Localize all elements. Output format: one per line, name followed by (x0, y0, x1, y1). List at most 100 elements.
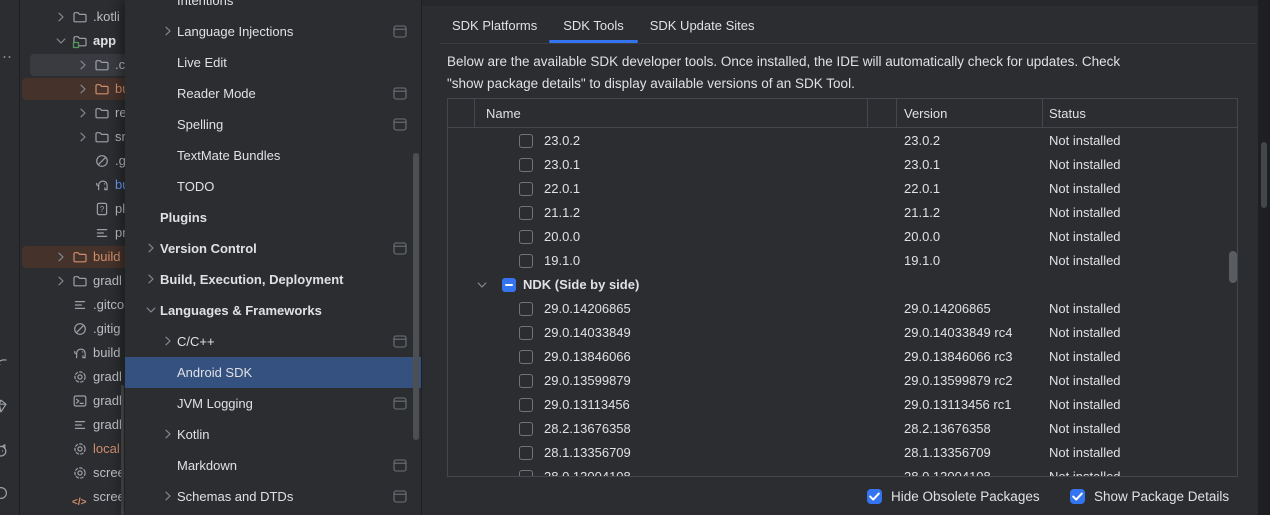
chevron-down-icon[interactable] (474, 277, 490, 293)
checkbox-unchecked-icon[interactable] (519, 230, 533, 244)
sidebar-item-plugins[interactable]: Plugins (125, 202, 421, 233)
checkbox-indeterminate-icon[interactable] (502, 278, 516, 292)
tree-item[interactable]: rel (20, 101, 125, 125)
table-row[interactable]: 29.0.14206865 29.0.14206865 Not installed (448, 297, 1237, 321)
checkbox-unchecked-icon[interactable] (519, 302, 533, 316)
checkbox-unchecked-icon[interactable] (519, 398, 533, 412)
cat-icon[interactable] (0, 442, 11, 460)
chevron-right-icon[interactable] (143, 240, 159, 256)
tree-item[interactable]: local. (20, 437, 125, 461)
tree-item[interactable]: gradl (20, 365, 125, 389)
sidebar-item-spelling[interactable]: Spelling (125, 109, 421, 140)
sidebar-item-todo[interactable]: TODO (125, 171, 421, 202)
table-row[interactable]: 28.2.13676358 28.2.13676358 Not installed (448, 417, 1237, 441)
tab-sdk-update-sites[interactable]: SDK Update Sites (650, 11, 755, 43)
table-row[interactable]: 20.0.0 20.0.0 Not installed (448, 225, 1237, 249)
chevron-right-icon[interactable] (160, 23, 176, 39)
chevron-down-icon[interactable] (143, 302, 159, 318)
tree-item[interactable]: gradl (20, 413, 125, 437)
tree-item[interactable]: app (20, 29, 125, 53)
sidebar-scrollbar[interactable] (413, 153, 419, 440)
chevron-right-icon[interactable] (160, 488, 176, 504)
checkbox-unchecked-icon[interactable] (519, 350, 533, 364)
tab-sdk-platforms[interactable]: SDK Platforms (452, 11, 537, 43)
tree-item[interactable]: ? pla (20, 197, 125, 221)
tree-item[interactable]: build (20, 341, 125, 365)
table-row[interactable]: 29.0.13846066 29.0.13846066 rc3 Not instal… (448, 345, 1237, 369)
sidebar-item-markdown[interactable]: Markdown (125, 450, 421, 481)
chevron-right-icon[interactable] (53, 249, 69, 265)
table-row[interactable]: 29.0.13599879 29.0.13599879 rc2 Not instal… (448, 369, 1237, 393)
circle-icon[interactable] (0, 485, 11, 503)
checkbox-unchecked-icon[interactable] (519, 374, 533, 388)
tree-item[interactable]: pr (20, 221, 125, 245)
chevron-right-icon[interactable] (75, 57, 91, 73)
tree-item[interactable]: bu (20, 77, 125, 101)
show-package-details-checkbox[interactable]: Show Package Details (1070, 489, 1229, 505)
sidebar-item-live-edit[interactable]: Live Edit (125, 47, 421, 78)
checkbox-unchecked-icon[interactable] (519, 254, 533, 268)
undo-arrow-icon[interactable] (0, 356, 11, 374)
table-row[interactable]: NDK (Side by side) (448, 273, 1237, 297)
tree-item[interactable]: gradl (20, 389, 125, 413)
sidebar-item-android-sdk[interactable]: Android SDK (125, 357, 421, 388)
checkbox-unchecked-icon[interactable] (519, 182, 533, 196)
sidebar-item-textmate-bundles[interactable]: TextMate Bundles (125, 140, 421, 171)
tree-item[interactable]: .cx (20, 53, 125, 77)
chevron-right-icon[interactable] (143, 271, 159, 287)
checkbox-unchecked-icon[interactable] (519, 470, 533, 476)
tree-item[interactable]: </> scree (20, 485, 125, 509)
checkbox-unchecked-icon[interactable] (519, 422, 533, 436)
tree-item[interactable]: .gi (20, 149, 125, 173)
table-row[interactable]: 23.0.1 23.0.1 Not installed (448, 153, 1237, 177)
chevron-right-icon[interactable] (75, 105, 91, 121)
sidebar-item-c-c-[interactable]: C/C++ (125, 326, 421, 357)
more-dots-icon[interactable]: ‥ (2, 44, 13, 62)
tree-item[interactable]: build (20, 245, 125, 269)
sidebar-item-schemas-and-dtds[interactable]: Schemas and DTDs (125, 481, 421, 512)
table-row[interactable]: 23.0.2 23.0.2 Not installed (448, 129, 1237, 153)
chevron-right-icon[interactable] (53, 273, 69, 289)
table-row[interactable]: 19.1.0 19.1.0 Not installed (448, 249, 1237, 273)
checkbox-unchecked-icon[interactable] (519, 206, 533, 220)
table-row[interactable]: 29.0.13113456 29.0.13113456 rc1 Not instal… (448, 393, 1237, 417)
checkbox-unchecked-icon[interactable] (519, 158, 533, 172)
chevron-right-icon[interactable] (75, 81, 91, 97)
table-scrollbar[interactable] (1229, 251, 1237, 283)
table-row[interactable]: 28.0.13004108 28.0.13004108 Not installed (448, 465, 1237, 476)
tree-item[interactable]: scree (20, 461, 125, 485)
table-row[interactable]: 22.0.1 22.0.1 Not installed (448, 177, 1237, 201)
sidebar-item-jvm-logging[interactable]: JVM Logging (125, 388, 421, 419)
chevron-right-icon[interactable] (160, 426, 176, 442)
chevron-right-icon[interactable] (75, 129, 91, 145)
tree-item[interactable]: .kotli (20, 5, 125, 29)
hide-obsolete-packages-checkbox[interactable]: Hide Obsolete Packages (867, 489, 1040, 505)
sidebar-item-build-execution-deployment[interactable]: Build, Execution, Deployment (125, 264, 421, 295)
table-row[interactable]: 28.1.13356709 28.1.13356709 Not installed (448, 441, 1237, 465)
tree-item[interactable]: bu (20, 173, 125, 197)
column-header-status[interactable]: Status (1049, 99, 1086, 128)
column-header-name[interactable]: Name (486, 99, 521, 128)
tree-item[interactable]: gradl (20, 269, 125, 293)
tab-sdk-tools[interactable]: SDK Tools (549, 11, 638, 43)
sidebar-item-version-control[interactable]: Version Control (125, 233, 421, 264)
sidebar-item-languages-frameworks[interactable]: Languages & Frameworks (125, 295, 421, 326)
checkbox-unchecked-icon[interactable] (519, 134, 533, 148)
sidebar-item-intentions[interactable]: Intentions (125, 0, 421, 16)
window-scrollbar[interactable] (1261, 142, 1267, 208)
chevron-right-icon[interactable] (53, 9, 69, 25)
checkbox-checked-icon[interactable] (1070, 489, 1085, 504)
checkbox-checked-icon[interactable] (867, 489, 882, 504)
sidebar-item-language-injections[interactable]: Language Injections (125, 16, 421, 47)
tree-item[interactable]: .gitig (20, 317, 125, 341)
tree-item[interactable]: src (20, 125, 125, 149)
table-row[interactable]: 21.1.2 21.1.2 Not installed (448, 201, 1237, 225)
tree-scrollbar[interactable] (121, 385, 124, 515)
table-row[interactable]: 29.0.14033849 29.0.14033849 rc4 Not instal… (448, 321, 1237, 345)
sidebar-item-kotlin[interactable]: Kotlin (125, 419, 421, 450)
column-header-version[interactable]: Version (904, 99, 947, 128)
chevron-right-icon[interactable] (160, 333, 176, 349)
tree-item[interactable]: .gitco (20, 293, 125, 317)
sidebar-item-reader-mode[interactable]: Reader Mode (125, 78, 421, 109)
chevron-down-icon[interactable] (53, 33, 69, 49)
